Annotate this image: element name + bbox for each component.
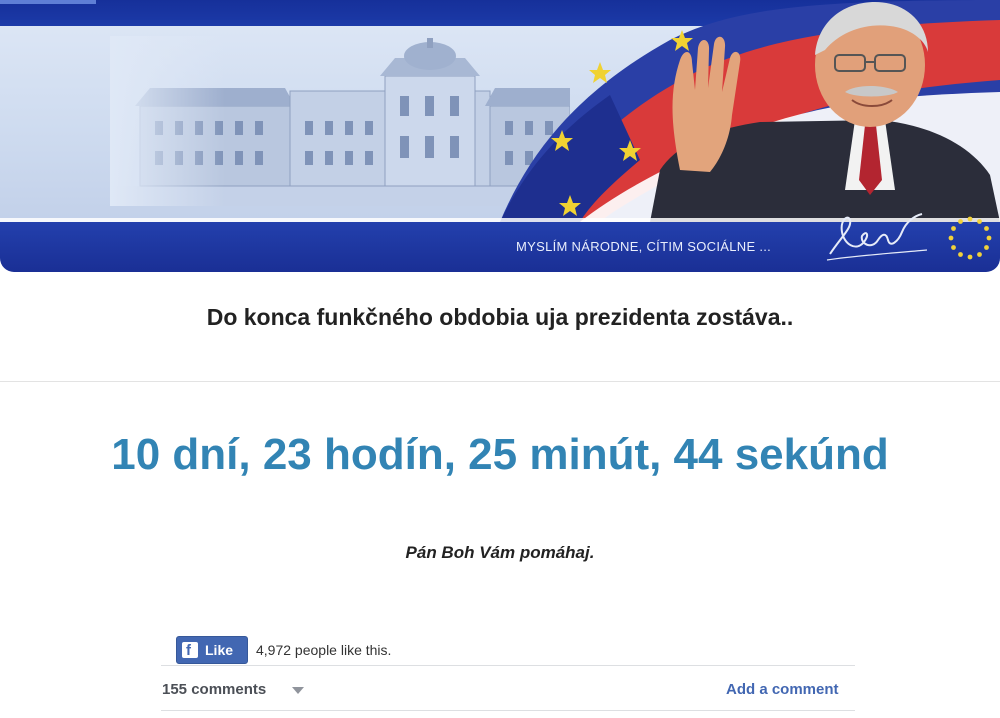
comments-count-dropdown[interactable]: 155 comments bbox=[162, 681, 266, 698]
facebook-like-button[interactable]: f Like bbox=[176, 636, 248, 664]
eu-stars-icon bbox=[948, 216, 992, 260]
banner-motto: MYSLÍM NÁRODNE, CÍTIM SOCIÁLNE ... bbox=[516, 239, 772, 254]
comments-top-divider bbox=[161, 665, 855, 666]
chevron-down-icon[interactable] bbox=[292, 687, 304, 694]
like-button-label: Like bbox=[205, 642, 234, 658]
countdown-subtitle: Do konca funkčného obdobia uja prezident… bbox=[206, 304, 794, 330]
like-count-text: 4,972 people like this. bbox=[256, 642, 392, 658]
blessing-text: Pán Boh Vám pomáhaj. bbox=[405, 543, 595, 562]
signature-image bbox=[826, 213, 928, 261]
comments-bottom-divider bbox=[161, 710, 855, 711]
facebook-f-icon: f bbox=[182, 642, 198, 659]
countdown-timer: 10 dní, 23 hodín, 25 minút, 44 sekúnd bbox=[111, 430, 889, 479]
banner-top-accent bbox=[0, 0, 96, 4]
section-divider bbox=[0, 381, 1000, 382]
president-photo bbox=[650, 2, 1000, 222]
add-comment-link[interactable]: Add a comment bbox=[726, 681, 839, 698]
header-banner: MYSLÍM NÁRODNE, CÍTIM SOCIÁLNE ... bbox=[0, 0, 1000, 272]
